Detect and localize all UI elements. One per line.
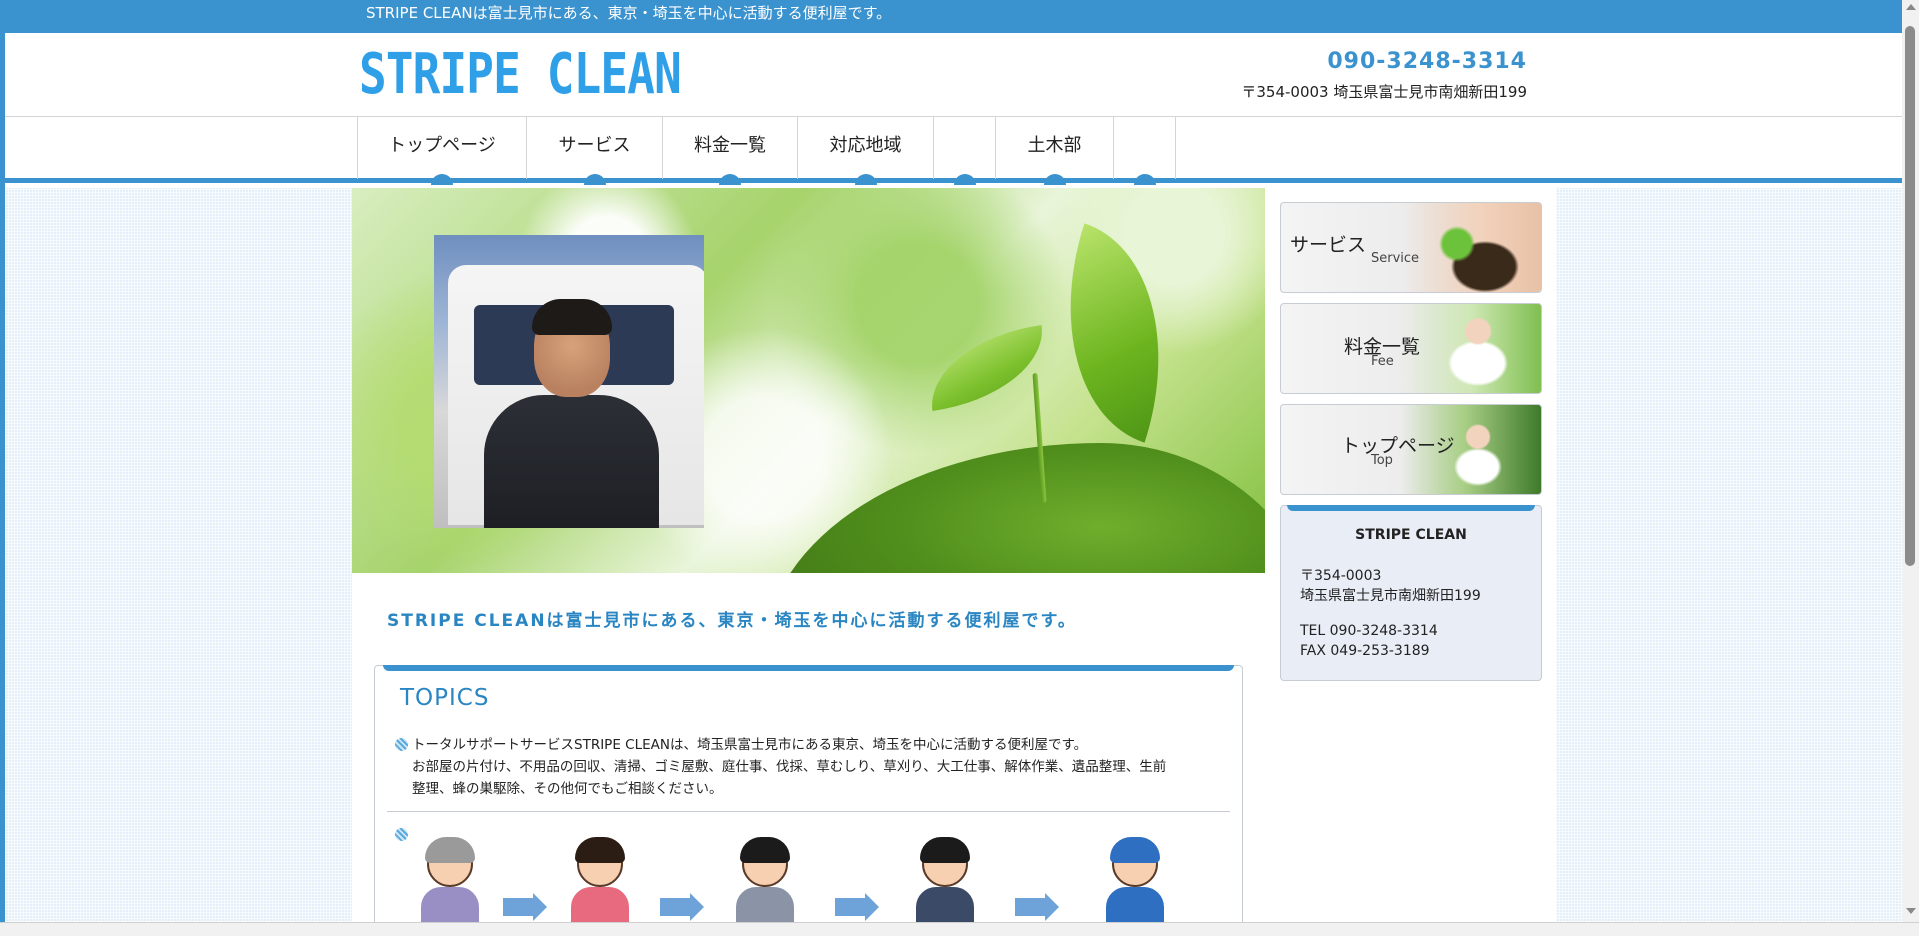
nav-item-label: 料金一覧 bbox=[694, 135, 766, 156]
header-phone[interactable]: 090-3248-3314 bbox=[1327, 49, 1527, 74]
hero-image bbox=[352, 188, 1265, 573]
horizontal-scrollbar[interactable] bbox=[0, 922, 1919, 936]
bullet-icon bbox=[395, 828, 408, 841]
nav-item-blank-2[interactable] bbox=[1113, 117, 1176, 185]
nav-item-label: サービス bbox=[558, 135, 631, 156]
nav-item-fee[interactable]: 料金一覧 bbox=[662, 117, 797, 185]
top-bar-text: STRIPE CLEANは富士見市にある、東京・埼玉を中心に活動する便利屋です。 bbox=[366, 4, 892, 22]
nav-dot-icon bbox=[719, 174, 741, 185]
photo-person-hair bbox=[532, 299, 612, 335]
sidebar-button-label: トップページ bbox=[1341, 435, 1455, 457]
figure-staff bbox=[730, 831, 800, 922]
arrow-right-icon bbox=[503, 893, 547, 921]
top-bar: STRIPE CLEANは富士見市にある、東京・埼玉を中心に活動する便利屋です。 bbox=[5, 0, 1902, 33]
sidebar: サービス Service 料金一覧 Fee トップページ Top STRIPE … bbox=[1280, 202, 1542, 681]
sidebar-button-sublabel: Fee bbox=[1371, 354, 1394, 369]
arrow-right-icon bbox=[1015, 893, 1059, 921]
scroll-down-icon[interactable] bbox=[1906, 908, 1916, 914]
sidebar-button-fee[interactable]: 料金一覧 Fee bbox=[1280, 303, 1542, 394]
nav-dot-icon bbox=[854, 174, 877, 185]
topics-divider bbox=[387, 811, 1230, 812]
main-nav: トップページ サービス 料金一覧 対応地域 土木部 bbox=[5, 117, 1902, 185]
sidebar-button-top[interactable]: トップページ Top bbox=[1280, 404, 1542, 495]
scroll-thumb[interactable] bbox=[1905, 26, 1915, 566]
bullet-icon bbox=[395, 738, 408, 751]
contact-tel[interactable]: TEL 090-3248-3314 bbox=[1300, 623, 1438, 639]
service-image bbox=[1401, 203, 1541, 292]
nav-item-top[interactable]: トップページ bbox=[357, 117, 526, 185]
owner-photo bbox=[434, 235, 704, 528]
nav-item-label: 対応地域 bbox=[829, 135, 902, 156]
sidebar-button-sublabel: Service bbox=[1371, 251, 1420, 266]
lead-heading: STRIPE CLEANは富士見市にある、東京・埼玉を中心に活動する便利屋です。 bbox=[387, 611, 1077, 631]
nav-dot-icon bbox=[431, 174, 453, 185]
contact-name: STRIPE CLEAN bbox=[1355, 527, 1467, 543]
sidebar-button-sublabel: Top bbox=[1371, 453, 1393, 468]
topic-line: お部屋の片付け、不用品の回収、清掃、ゴミ屋敷、庭仕事、伐採、草むしり、草刈り、大… bbox=[412, 759, 1167, 775]
hero-sprout-leaf bbox=[1025, 223, 1204, 443]
hero-moss bbox=[765, 443, 1265, 573]
nav-item-label: 土木部 bbox=[1027, 135, 1082, 156]
figure-elderly-woman bbox=[415, 831, 485, 922]
arrow-right-icon bbox=[660, 893, 704, 921]
contact-postal: 〒354-0003 bbox=[1300, 568, 1382, 584]
figure-worker bbox=[1100, 831, 1170, 922]
contact-fax: FAX 049-253-3189 bbox=[1300, 643, 1430, 659]
photo-person-body bbox=[484, 395, 659, 528]
arrow-right-icon bbox=[835, 893, 879, 921]
nav-item-area[interactable]: 対応地域 bbox=[797, 117, 933, 185]
contact-info-box: STRIPE CLEAN 〒354-0003 埼玉県富士見市南畑新田199 TE… bbox=[1280, 505, 1542, 681]
header-address: 〒354-0003 埼玉県富士見市南畑新田199 bbox=[1241, 83, 1527, 101]
scroll-up-icon[interactable] bbox=[1906, 4, 1916, 10]
nav-item-civil[interactable]: 土木部 bbox=[995, 117, 1113, 185]
contact-address: 埼玉県富士見市南畑新田199 bbox=[1300, 588, 1481, 604]
browser-viewport: STRIPE CLEANは富士見市にある、東京・埼玉を中心に活動する便利屋です。… bbox=[0, 0, 1902, 922]
topics-title: TOPICS bbox=[400, 685, 490, 711]
nav-dot-icon bbox=[1133, 174, 1156, 185]
nav-item-blank-1[interactable] bbox=[933, 117, 995, 185]
topic-text: トータルサポートサービスSTRIPE CLEANは、埼玉県富士見市にある東京、埼… bbox=[412, 734, 1222, 800]
nav-dot-icon bbox=[583, 174, 606, 185]
flow-illustration bbox=[415, 831, 1195, 922]
site-logo[interactable]: STRIPE CLEAN bbox=[359, 43, 682, 107]
nav-item-label: トップページ bbox=[388, 135, 496, 156]
figure-woman bbox=[565, 831, 635, 922]
main-area: STRIPE CLEANは富士見市にある、東京・埼玉を中心に活動する便利屋です。… bbox=[5, 188, 1902, 922]
topic-line: トータルサポートサービスSTRIPE CLEANは、埼玉県富士見市にある東京、埼… bbox=[412, 737, 1088, 753]
topics-box: TOPICS トータルサポートサービスSTRIPE CLEANは、埼玉県富士見市… bbox=[374, 665, 1243, 922]
hero-sprout-leaf bbox=[922, 324, 1052, 412]
header: STRIPE CLEAN 090-3248-3314 〒354-0003 埼玉県… bbox=[5, 33, 1902, 117]
nav-dot-icon bbox=[1043, 174, 1066, 185]
figure-businessman bbox=[910, 831, 980, 922]
nav-item-service[interactable]: サービス bbox=[526, 117, 662, 185]
sidebar-button-label: サービス bbox=[1290, 234, 1367, 256]
fee-image bbox=[1401, 304, 1541, 393]
vertical-scrollbar[interactable] bbox=[1902, 0, 1919, 922]
nav-dot-icon bbox=[953, 174, 976, 185]
sidebar-button-service[interactable]: サービス Service bbox=[1280, 202, 1542, 293]
content-column: STRIPE CLEANは富士見市にある、東京・埼玉を中心に活動する便利屋です。… bbox=[352, 188, 1556, 922]
topic-line: 整理、蜂の巣駆除、その他何でもご相談ください。 bbox=[412, 781, 723, 797]
